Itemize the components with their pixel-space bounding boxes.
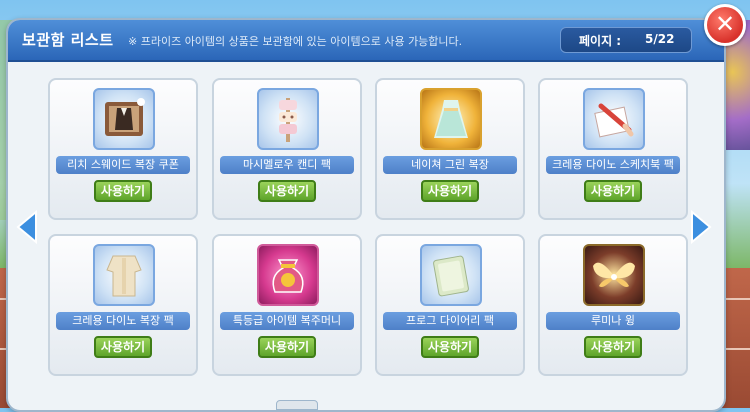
item-card: 네이쳐 그린 복장 사용하기 <box>375 78 525 220</box>
storage-window: 보관함 리스트 ※ 프라이즈 아이템의 상품은 보관함에 있는 아이템으로 사용… <box>6 18 726 412</box>
suit-coupon-icon <box>93 88 155 150</box>
item-card: 크레용 다이노 복장 팩 사용하기 <box>48 234 198 376</box>
diary-icon <box>420 244 482 306</box>
item-name: 프로그 다이어리 팩 <box>383 312 517 330</box>
item-name: 특등급 아이템 복주머니 <box>220 312 354 330</box>
next-page-arrow[interactable] <box>690 209 712 245</box>
page-label: 페이지 : <box>579 34 622 48</box>
green-dress-icon <box>420 88 482 150</box>
use-button[interactable]: 사용하기 <box>584 336 642 358</box>
arrow-right-icon <box>691 209 712 245</box>
marshmallow-candy-icon <box>257 88 319 150</box>
prev-page-arrow[interactable] <box>16 209 38 245</box>
item-card: 루미나 윙 사용하기 <box>538 234 688 376</box>
item-card: 리치 스웨이드 복장 쿠폰 사용하기 <box>48 78 198 220</box>
use-button[interactable]: 사용하기 <box>421 180 479 202</box>
use-button[interactable]: 사용하기 <box>94 336 152 358</box>
page-indicator: 페이지 : 5/22 <box>560 27 692 53</box>
item-name: 리치 스웨이드 복장 쿠폰 <box>56 156 190 174</box>
item-name: 네이쳐 그린 복장 <box>383 156 517 174</box>
notice-text: ※ 프라이즈 아이템의 상품은 보관함에 있는 아이템으로 사용 가능합니다. <box>128 35 463 48</box>
bottom-handle <box>276 400 318 410</box>
use-button[interactable]: 사용하기 <box>258 180 316 202</box>
item-name: 크레용 다이노 복장 팩 <box>56 312 190 330</box>
close-icon: ✕ <box>714 10 736 38</box>
sketchbook-icon <box>583 88 645 150</box>
item-card: 특등급 아이템 복주머니 사용하기 <box>212 234 362 376</box>
item-name: 루미나 윙 <box>546 312 680 330</box>
use-button[interactable]: 사용하기 <box>94 180 152 202</box>
item-card: 마시멜로우 캔디 팩 사용하기 <box>212 78 362 220</box>
item-card: 크레용 다이노 스케치북 팩 사용하기 <box>538 78 688 220</box>
item-name: 마시멜로우 캔디 팩 <box>220 156 354 174</box>
item-name: 크레용 다이노 스케치북 팩 <box>546 156 680 174</box>
use-button[interactable]: 사용하기 <box>258 336 316 358</box>
use-button[interactable]: 사용하기 <box>584 180 642 202</box>
window-title: 보관함 리스트 <box>22 31 114 49</box>
dino-outfit-icon <box>93 244 155 306</box>
wing-icon <box>583 244 645 306</box>
arrow-left-icon <box>16 209 37 245</box>
page-value: 5/22 <box>645 32 675 46</box>
close-button[interactable]: ✕ <box>704 4 746 46</box>
window-header: 보관함 리스트 ※ 프라이즈 아이템의 상품은 보관함에 있는 아이템으로 사용… <box>8 20 724 62</box>
lucky-pouch-icon <box>257 244 319 306</box>
item-card: 프로그 다이어리 팩 사용하기 <box>375 234 525 376</box>
use-button[interactable]: 사용하기 <box>421 336 479 358</box>
